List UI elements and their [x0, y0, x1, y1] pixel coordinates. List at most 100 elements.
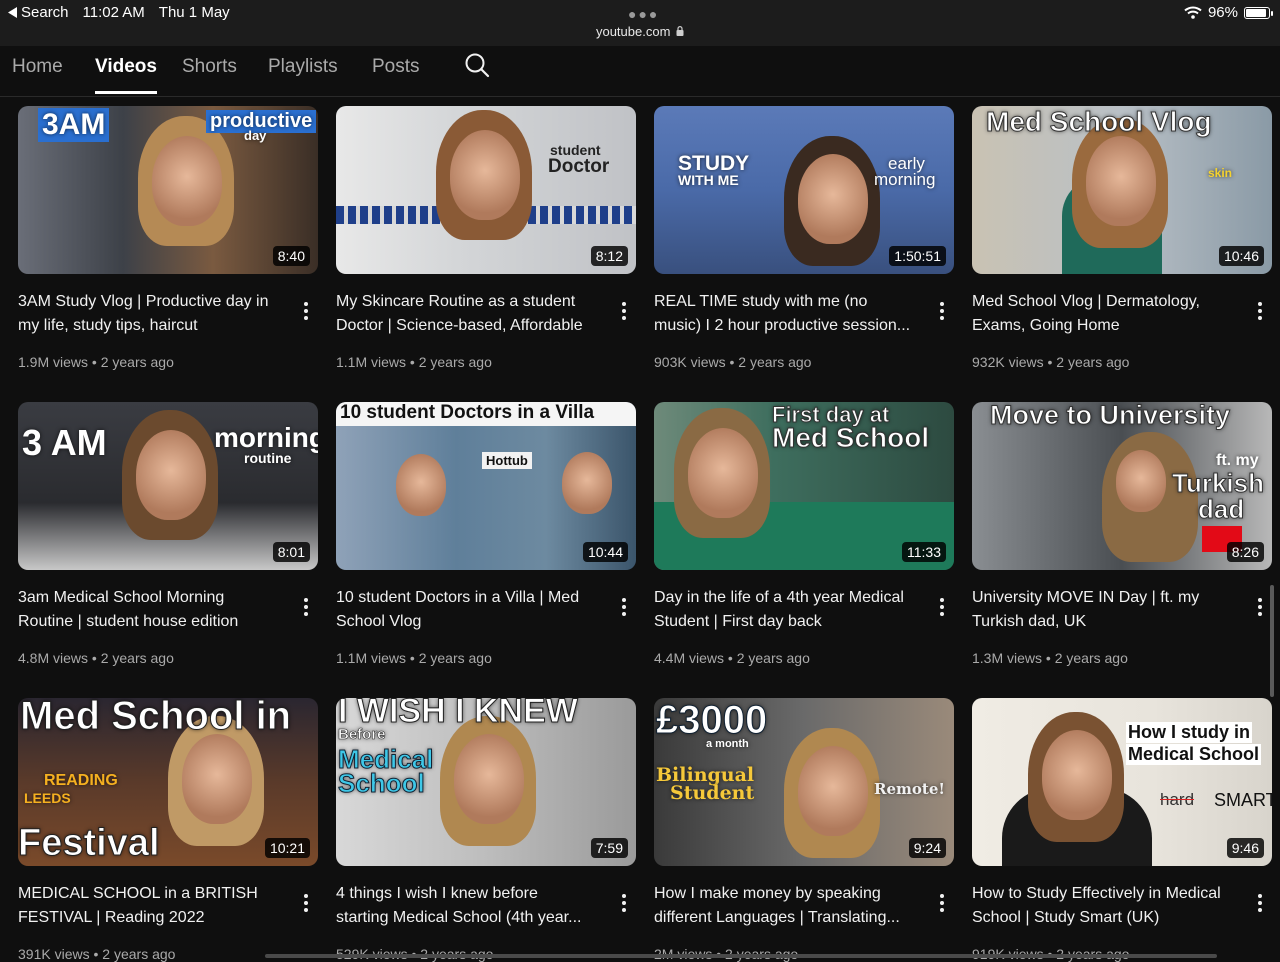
- video-title[interactable]: 3am Medical School Morning Routine | stud…: [18, 586, 286, 634]
- thumb-text: Med School: [771, 422, 930, 454]
- video-thumbnail[interactable]: 3AM productive day 8:40: [18, 106, 318, 274]
- video-title[interactable]: How I make money by speaking different La…: [654, 882, 922, 930]
- video-duration: 7:59: [590, 838, 628, 858]
- thumb-text: routine: [244, 450, 292, 466]
- video-meta: 1.9M views • 2 years ago: [18, 354, 174, 370]
- thumb-text: 10 student Doctors in a Villa: [340, 402, 595, 423]
- video-title[interactable]: Day in the life of a 4th year Medical Stu…: [654, 586, 922, 634]
- more-options-icon[interactable]: [936, 894, 948, 914]
- video-title[interactable]: 4 things I wish I knew before starting Me…: [336, 882, 604, 930]
- thumb-text: dad: [1197, 494, 1245, 525]
- tab-home[interactable]: Home: [12, 56, 63, 94]
- video-thumbnail[interactable]: Med School Vlog skin 10:46: [972, 106, 1272, 274]
- more-options-icon[interactable]: [936, 302, 948, 322]
- thumb-text: READING: [44, 772, 118, 789]
- back-label: Search: [21, 4, 69, 21]
- video-title[interactable]: How to Study Effectively in Medical Schoo…: [972, 882, 1240, 930]
- tab-playlists[interactable]: Playlists: [268, 56, 338, 94]
- battery-icon: [1244, 6, 1273, 19]
- url-text: youtube.com: [595, 24, 671, 39]
- video-thumbnail[interactable]: 10 student Doctors in a Villa Hottub 10:…: [336, 402, 636, 570]
- status-bar: Search 11:02 AM Thu 1 May ●●● youtube.co…: [0, 0, 1280, 46]
- video-title[interactable]: 3AM Study Vlog | Productive day in my lif…: [18, 290, 286, 338]
- more-options-icon[interactable]: [618, 894, 630, 914]
- thumb-text: Move to University: [989, 402, 1231, 431]
- more-options-icon[interactable]: [300, 894, 312, 914]
- more-options-icon[interactable]: [618, 302, 630, 322]
- more-options-icon[interactable]: [1254, 894, 1266, 914]
- more-options-icon[interactable]: [618, 598, 630, 618]
- thumb-text: Med School Vlog: [986, 106, 1213, 138]
- video-duration: 10:21: [264, 838, 310, 858]
- video-meta: 903K views • 2 years ago: [654, 354, 812, 370]
- thumb-text: Student: [670, 782, 755, 804]
- video-thumbnail[interactable]: STUDY WITH ME early morning 1:50:51: [654, 106, 954, 274]
- video-title[interactable]: REAL TIME study with me (no music) I 2 ho…: [654, 290, 922, 338]
- status-date: Thu 1 May: [158, 4, 230, 21]
- more-options-icon[interactable]: [1254, 302, 1266, 322]
- video-meta: 1.1M views • 2 years ago: [336, 650, 492, 666]
- vertical-scrollbar[interactable]: [1270, 585, 1274, 697]
- thumb-text: Before: [338, 726, 386, 744]
- video-meta: 1.1M views • 2 years ago: [336, 354, 492, 370]
- video-duration: 10:46: [1218, 246, 1264, 266]
- video-duration: 8:26: [1226, 542, 1264, 562]
- video-title[interactable]: 10 student Doctors in a Villa | Med Schoo…: [336, 586, 604, 634]
- video-meta: 4.8M views • 2 years ago: [18, 650, 174, 666]
- video-thumbnail[interactable]: 3 AM morning routine 8:01: [18, 402, 318, 570]
- tab-videos[interactable]: Videos: [95, 56, 157, 94]
- multitask-dots-icon[interactable]: ●●●: [628, 6, 659, 22]
- thumb-text: Hottub: [482, 452, 532, 469]
- thumb-text: 3AM: [38, 108, 110, 142]
- more-options-icon[interactable]: [300, 302, 312, 322]
- video-thumbnail[interactable]: Move to University ft. my Turkish dad 8:…: [972, 402, 1272, 570]
- video-meta: 932K views • 2 years ago: [972, 354, 1130, 370]
- video-grid: 3AM productive day 8:40 3AM Study Vlog |…: [0, 96, 1280, 962]
- video-thumbnail[interactable]: How I study in Medical School hard SMART…: [972, 698, 1272, 866]
- video-thumbnail[interactable]: Med School in READING LEEDS Festival 10:…: [18, 698, 318, 866]
- thumb-text: LEEDS: [24, 790, 71, 806]
- video-meta: 4.4M views • 2 years ago: [654, 650, 810, 666]
- address-bar[interactable]: youtube.com: [0, 24, 1280, 39]
- thumb-text: Medical School: [1126, 744, 1262, 765]
- horizontal-scrollbar[interactable]: [265, 954, 1217, 958]
- thumb-text: WITH ME: [678, 172, 739, 188]
- thumb-text: a month: [706, 738, 749, 750]
- back-triangle-icon: [8, 7, 17, 18]
- video-title[interactable]: University MOVE IN Day | ft. my Turkish d…: [972, 586, 1240, 634]
- thumb-text: School: [338, 768, 426, 799]
- thumb-text: skin: [1208, 166, 1233, 180]
- video-duration: 8:40: [272, 246, 310, 266]
- video-duration: 8:01: [272, 542, 310, 562]
- video-title[interactable]: MEDICAL SCHOOL in a BRITISH FESTIVAL | Re…: [18, 882, 286, 930]
- video-thumbnail[interactable]: £3000 a month Bilingual Student Remote! …: [654, 698, 954, 866]
- thumb-text: Doctor: [548, 156, 610, 177]
- video-title[interactable]: Med School Vlog | Dermatology, Exams, Goi…: [972, 290, 1240, 338]
- thumb-text: day: [244, 128, 267, 143]
- thumb-text: 3 AM: [22, 422, 107, 463]
- thumb-text: Remote!: [874, 780, 945, 798]
- thumb-text: £3000: [655, 698, 768, 743]
- more-options-icon[interactable]: [936, 598, 948, 618]
- video-thumbnail[interactable]: First day at Med School 11:33: [654, 402, 954, 570]
- tab-posts[interactable]: Posts: [372, 56, 420, 94]
- thumb-text: Med School in: [19, 698, 292, 739]
- video-thumbnail[interactable]: I WISH I KNEW Before Medical School 7:59: [336, 698, 636, 866]
- thumb-text: hard: [1160, 790, 1195, 809]
- video-duration: 9:24: [908, 838, 946, 858]
- thumb-text: SMART: [1214, 790, 1272, 810]
- search-icon[interactable]: [464, 52, 490, 78]
- video-meta: 1.3M views • 2 years ago: [972, 650, 1128, 666]
- video-title[interactable]: My Skincare Routine as a student Doctor |…: [336, 290, 604, 338]
- thumb-text: Festival: [18, 822, 160, 865]
- video-thumbnail[interactable]: student Doctor 8:12: [336, 106, 636, 274]
- video-duration: 8:12: [590, 246, 628, 266]
- tab-shorts[interactable]: Shorts: [182, 56, 237, 94]
- back-to-search-button[interactable]: Search: [8, 4, 69, 21]
- battery-percent: 96%: [1207, 4, 1238, 21]
- lock-icon: [676, 26, 684, 36]
- more-options-icon[interactable]: [1254, 598, 1266, 618]
- more-options-icon[interactable]: [300, 598, 312, 618]
- video-duration: 11:33: [902, 542, 946, 562]
- thumb-text: How I study in: [1126, 722, 1253, 743]
